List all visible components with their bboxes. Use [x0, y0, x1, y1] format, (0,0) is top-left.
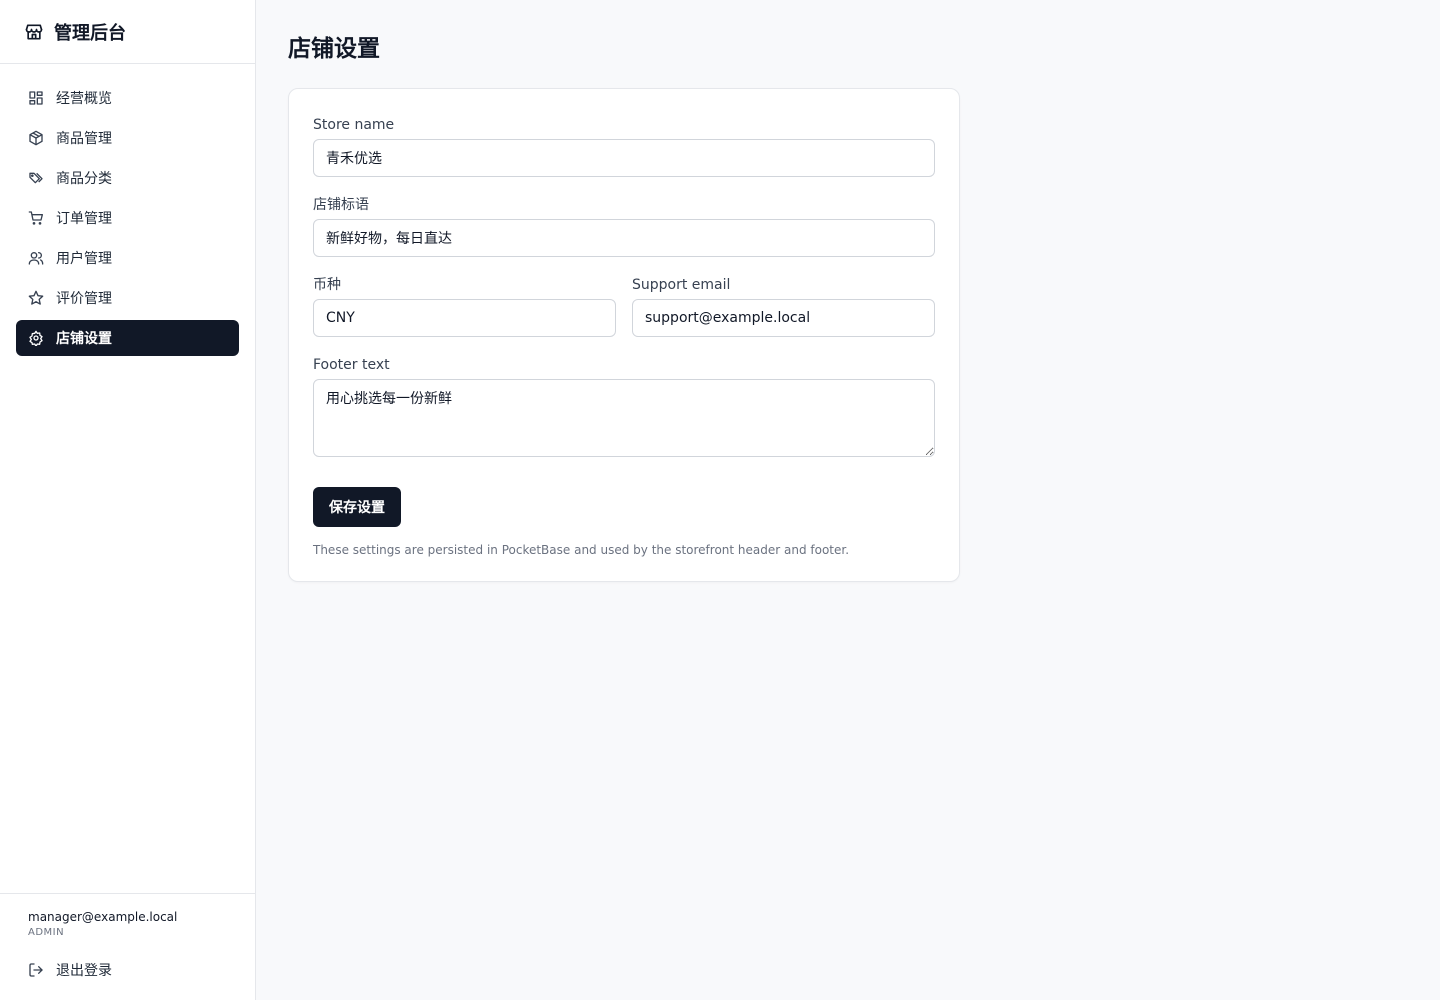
sidebar-item-label: 订单管理: [56, 211, 112, 227]
page-title: 店铺设置: [288, 36, 380, 62]
footer-text-field: Footer text 用心挑选每一份新鲜: [313, 357, 935, 461]
tags-icon: [28, 170, 44, 186]
support-email-field: Support email: [632, 277, 935, 337]
user-email: manager@example.local: [28, 910, 178, 924]
store-name-label: Store name: [313, 117, 395, 133]
tagline-input[interactable]: [313, 219, 935, 257]
sidebar-item-categories[interactable]: 商品分类: [16, 160, 239, 196]
currency-label: 币种: [313, 277, 341, 293]
users-icon: [28, 250, 44, 266]
main-content: 店铺设置 Store name 店铺标语 币种 Support email: [256, 0, 1440, 1000]
footer-text-label: Footer text: [313, 357, 390, 373]
currency-field: 币种: [313, 277, 616, 337]
sidebar-item-label: 店铺设置: [56, 331, 112, 347]
logout-label: 退出登录: [56, 963, 112, 979]
store-name-field: Store name: [313, 117, 935, 177]
gear-icon: [28, 330, 44, 346]
logout-button[interactable]: 退出登录: [28, 960, 227, 980]
star-icon: [28, 290, 44, 306]
sidebar: 管理后台 经营概览 商品管理 商品分类 订单管理 用户管理 评价管理 店铺设置 …: [0, 0, 256, 1000]
sidebar-item-label: 经营概览: [56, 91, 112, 107]
sidebar-item-orders[interactable]: 订单管理: [16, 200, 239, 236]
sidebar-item-label: 用户管理: [56, 251, 112, 267]
currency-input[interactable]: [313, 299, 616, 337]
sidebar-item-overview[interactable]: 经营概览: [16, 80, 239, 116]
brand-title: 管理后台: [54, 22, 126, 44]
sidebar-item-label: 评价管理: [56, 291, 112, 307]
sidebar-nav: 经营概览 商品管理 商品分类 订单管理 用户管理 评价管理 店铺设置: [0, 64, 255, 893]
dashboard-icon: [28, 90, 44, 106]
sidebar-footer: manager@example.local ADMIN 退出登录: [0, 893, 255, 1000]
support-email-input[interactable]: [632, 299, 935, 337]
user-role: ADMIN: [28, 927, 65, 938]
sidebar-item-label: 商品管理: [56, 131, 112, 147]
sidebar-item-users[interactable]: 用户管理: [16, 240, 239, 276]
footer-text-textarea[interactable]: 用心挑选每一份新鲜: [313, 379, 935, 457]
cart-icon: [28, 210, 44, 226]
box-icon: [28, 130, 44, 146]
settings-hint: These settings are persisted in PocketBa…: [313, 543, 850, 557]
currency-email-row: 币种 Support email: [313, 277, 935, 357]
app: 管理后台 经营概览 商品管理 商品分类 订单管理 用户管理 评价管理 店铺设置 …: [0, 0, 1440, 1000]
logout-icon: [28, 962, 44, 978]
brand: 管理后台: [0, 0, 255, 64]
sidebar-item-store-settings[interactable]: 店铺设置: [16, 320, 239, 356]
support-email-label: Support email: [632, 277, 731, 293]
sidebar-item-reviews[interactable]: 评价管理: [16, 280, 239, 316]
save-settings-button[interactable]: 保存设置: [313, 487, 401, 527]
tagline-field: 店铺标语: [313, 197, 935, 257]
store-icon: [24, 22, 44, 42]
sidebar-item-label: 商品分类: [56, 171, 112, 187]
settings-card: Store name 店铺标语 币种 Support email Footer …: [288, 88, 960, 582]
sidebar-item-products[interactable]: 商品管理: [16, 120, 239, 156]
tagline-label: 店铺标语: [313, 197, 369, 213]
store-name-input[interactable]: [313, 139, 935, 177]
